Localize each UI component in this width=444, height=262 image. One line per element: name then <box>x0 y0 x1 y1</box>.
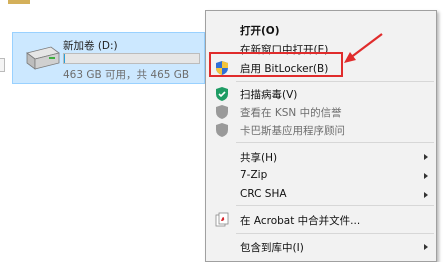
context-menu: 打开(O) 在新窗口中打开(E) 启用 BitLocker(B) 扫描病毒(V)… <box>205 10 437 262</box>
chevron-right-icon <box>424 244 428 250</box>
menu-item-label: 包含到库中(I) <box>240 242 304 254</box>
kaspersky-scan-icon <box>216 87 228 101</box>
partial-list-item <box>0 58 5 72</box>
hard-drive-icon <box>26 46 60 70</box>
menu-item-label: CRC SHA <box>240 188 287 200</box>
menu-item-open[interactable]: 打开(O) <box>206 20 436 40</box>
menu-separator <box>236 205 434 206</box>
menu-item-scan-virus[interactable]: 扫描病毒(V) <box>206 84 436 104</box>
drive-space-text: 463 GB 可用，共 465 GB <box>63 69 190 81</box>
drive-usage-fill <box>64 54 65 63</box>
menu-separator <box>236 142 434 143</box>
menu-item-label: 在 Acrobat 中合并文件... <box>240 215 361 227</box>
annotation-arrow-icon <box>344 33 383 63</box>
drive-usage-bar <box>63 53 200 64</box>
menu-item-kaspersky-advisor: 卡巴斯基应用程序顾问 <box>206 120 436 140</box>
menu-separator <box>236 233 434 234</box>
partial-folder-icon <box>8 0 30 4</box>
kaspersky-shield-icon <box>216 105 228 119</box>
menu-item-label: 共享(H) <box>240 152 278 164</box>
menu-item-label: 查看在 KSN 中的信誉 <box>240 107 342 119</box>
menu-item-include-library[interactable]: 包含到库中(I) <box>206 237 436 257</box>
menu-item-label: 扫描病毒(V) <box>240 89 298 101</box>
menu-item-ksn-reputation: 查看在 KSN 中的信誉 <box>206 102 436 122</box>
menu-item-7zip[interactable]: 7-Zip <box>206 166 436 186</box>
menu-separator <box>236 81 434 82</box>
chevron-right-icon <box>424 192 428 198</box>
menu-item-label: 7-Zip <box>240 169 268 181</box>
menu-item-crc-sha[interactable]: CRC SHA <box>206 185 436 205</box>
drive-name: 新加卷 (D:) <box>63 40 118 52</box>
drive-d-tile[interactable]: 新加卷 (D:) 463 GB 可用，共 465 GB <box>12 32 205 84</box>
menu-item-acrobat-combine[interactable]: 在 Acrobat 中合并文件... <box>206 210 436 230</box>
menu-item-share[interactable]: 共享(H) <box>206 147 436 167</box>
chevron-right-icon <box>424 154 428 160</box>
menu-item-label: 打开(O) <box>240 25 280 37</box>
annotation-highlight-box <box>209 52 343 77</box>
chevron-right-icon <box>424 173 428 179</box>
acrobat-icon <box>215 212 229 227</box>
menu-item-label: 卡巴斯基应用程序顾问 <box>240 125 345 137</box>
kaspersky-shield-icon <box>216 123 228 137</box>
